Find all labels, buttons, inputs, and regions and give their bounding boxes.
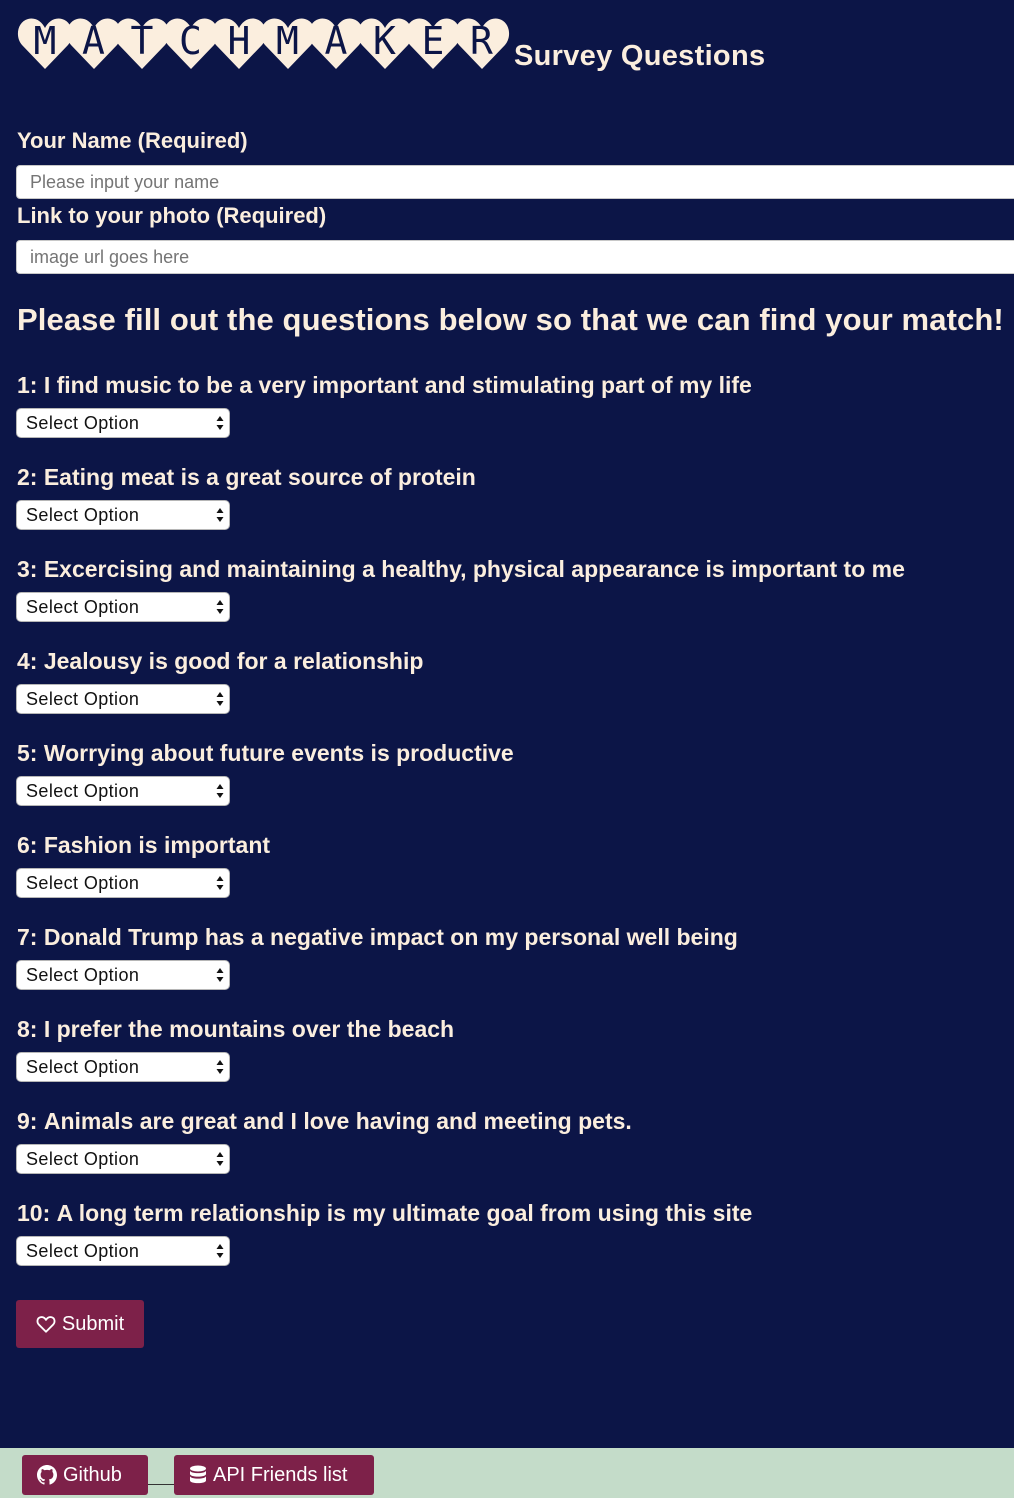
matchmaker-logo: MATCHMAKER: [16, 14, 509, 74]
select-arrows-icon: [216, 416, 224, 430]
question-label: Donald Trump has a negative impact on my…: [43, 924, 738, 950]
select-arrows-icon: [216, 692, 224, 706]
name-input[interactable]: [16, 165, 1014, 199]
answer-select[interactable]: Select Option: [16, 684, 230, 714]
api-friends-button[interactable]: API Friends list: [174, 1455, 374, 1495]
answer-select[interactable]: Select Option: [16, 1144, 230, 1174]
question-number: 10:: [17, 1200, 51, 1226]
question-label: Worrying about future events is producti…: [43, 740, 514, 766]
select-value: Select Option: [26, 1149, 140, 1169]
answer-select[interactable]: Select Option: [16, 1052, 230, 1082]
question-label: A long term relationship is my ultimate …: [56, 1200, 753, 1226]
question-item: 8: I prefer the mountains over the beach…: [16, 1016, 1007, 1086]
select-value: Select Option: [26, 413, 140, 433]
select-value: Select Option: [26, 1241, 140, 1261]
photo-url-input[interactable]: [16, 240, 1014, 274]
question-number: 1:: [17, 372, 38, 398]
select-value: Select Option: [26, 597, 140, 617]
select-arrows-icon: [216, 1060, 224, 1074]
question-item: 1: I find music to be a very important a…: [16, 372, 1007, 442]
question-number: 7:: [17, 924, 38, 950]
question-text: 2: Eating meat is a great source of prot…: [17, 464, 476, 491]
question-text: 1: I find music to be a very important a…: [17, 372, 752, 399]
question-label: I prefer the mountains over the beach: [43, 1016, 455, 1042]
question-text: 3: Excercising and maintaining a healthy…: [17, 556, 905, 583]
select-arrows-icon: [216, 1152, 224, 1166]
question-number: 4:: [17, 648, 38, 674]
question-item: 2: Eating meat is a great source of prot…: [16, 464, 1007, 534]
question-text: 5: Worrying about future events is produ…: [17, 740, 514, 767]
answer-select[interactable]: Select Option: [16, 408, 230, 438]
question-item: 7: Donald Trump has a negative impact on…: [16, 924, 1007, 994]
question-text: 10: A long term relationship is my ultim…: [17, 1200, 752, 1227]
question-item: 4: Jealousy is good for a relationship Se…: [16, 648, 1007, 718]
select-value: Select Option: [26, 1057, 140, 1077]
select-value: Select Option: [26, 505, 140, 525]
question-number: 9:: [17, 1108, 38, 1134]
footer: Github API Friends list: [0, 1446, 1014, 1498]
select-value: Select Option: [26, 689, 140, 709]
logo-letter: R: [470, 19, 493, 63]
select-arrows-icon: [216, 1244, 224, 1258]
select-arrows-icon: [216, 600, 224, 614]
question-label: Animals are great and I love having and …: [43, 1108, 632, 1134]
answer-select[interactable]: Select Option: [16, 592, 230, 622]
question-label: Eating meat is a great source of protein: [43, 464, 476, 490]
github-button[interactable]: Github: [22, 1455, 148, 1495]
footer-divider: [148, 1484, 174, 1485]
page-subtitle: Survey Questions: [514, 40, 766, 72]
question-text: 6: Fashion is important: [17, 832, 270, 859]
name-label: Your Name (Required): [17, 128, 248, 153]
question-label: I find music to be a very important and …: [43, 372, 752, 398]
select-arrows-icon: [216, 508, 224, 522]
select-value: Select Option: [26, 781, 140, 801]
logo-heart: R: [453, 14, 511, 72]
answer-select[interactable]: Select Option: [16, 1236, 230, 1266]
question-number: 3:: [17, 556, 38, 582]
question-text: 9: Animals are great and I love having a…: [17, 1108, 632, 1135]
answer-select[interactable]: Select Option: [16, 868, 230, 898]
question-label: Jealousy is good for a relationship: [43, 648, 424, 674]
answer-select[interactable]: Select Option: [16, 776, 230, 806]
question-text: 8: I prefer the mountains over the beach: [17, 1016, 454, 1043]
submit-button[interactable]: Submit: [16, 1300, 144, 1348]
select-value: Select Option: [26, 965, 140, 985]
question-text: 7: Donald Trump has a negative impact on…: [17, 924, 738, 951]
question-item: 5: Worrying about future events is produ…: [16, 740, 1007, 810]
question-text: 4: Jealousy is good for a relationship: [17, 648, 423, 675]
question-label: Excercising and maintaining a healthy, p…: [43, 556, 905, 582]
question-number: 5:: [17, 740, 38, 766]
select-value: Select Option: [26, 873, 140, 893]
question-item: 10: A long term relationship is my ultim…: [16, 1200, 1007, 1270]
page-header: MATCHMAKER Survey Questions: [16, 14, 996, 76]
select-arrows-icon: [216, 968, 224, 982]
question-item: 9: Animals are great and I love having a…: [16, 1108, 1007, 1178]
github-label: Github: [63, 1463, 122, 1486]
question-number: 8:: [17, 1016, 38, 1042]
question-label: Fashion is important: [43, 832, 271, 858]
select-arrows-icon: [216, 876, 224, 890]
question-number: 2:: [17, 464, 38, 490]
database-icon: [190, 1465, 206, 1484]
photo-label: Link to your photo (Required): [17, 203, 327, 228]
select-arrows-icon: [216, 784, 224, 798]
submit-label: Submit: [61, 1312, 125, 1335]
question-item: 6: Fashion is important Select Option: [16, 832, 1007, 902]
api-friends-label: API Friends list: [213, 1463, 348, 1486]
heart-icon: [36, 1316, 56, 1333]
survey-prompt: Please fill out the questions below so t…: [17, 302, 1004, 337]
answer-select[interactable]: Select Option: [16, 960, 230, 990]
question-number: 6:: [17, 832, 38, 858]
question-item: 3: Excercising and maintaining a healthy…: [16, 556, 1007, 626]
github-icon: [37, 1465, 57, 1485]
answer-select[interactable]: Select Option: [16, 500, 230, 530]
